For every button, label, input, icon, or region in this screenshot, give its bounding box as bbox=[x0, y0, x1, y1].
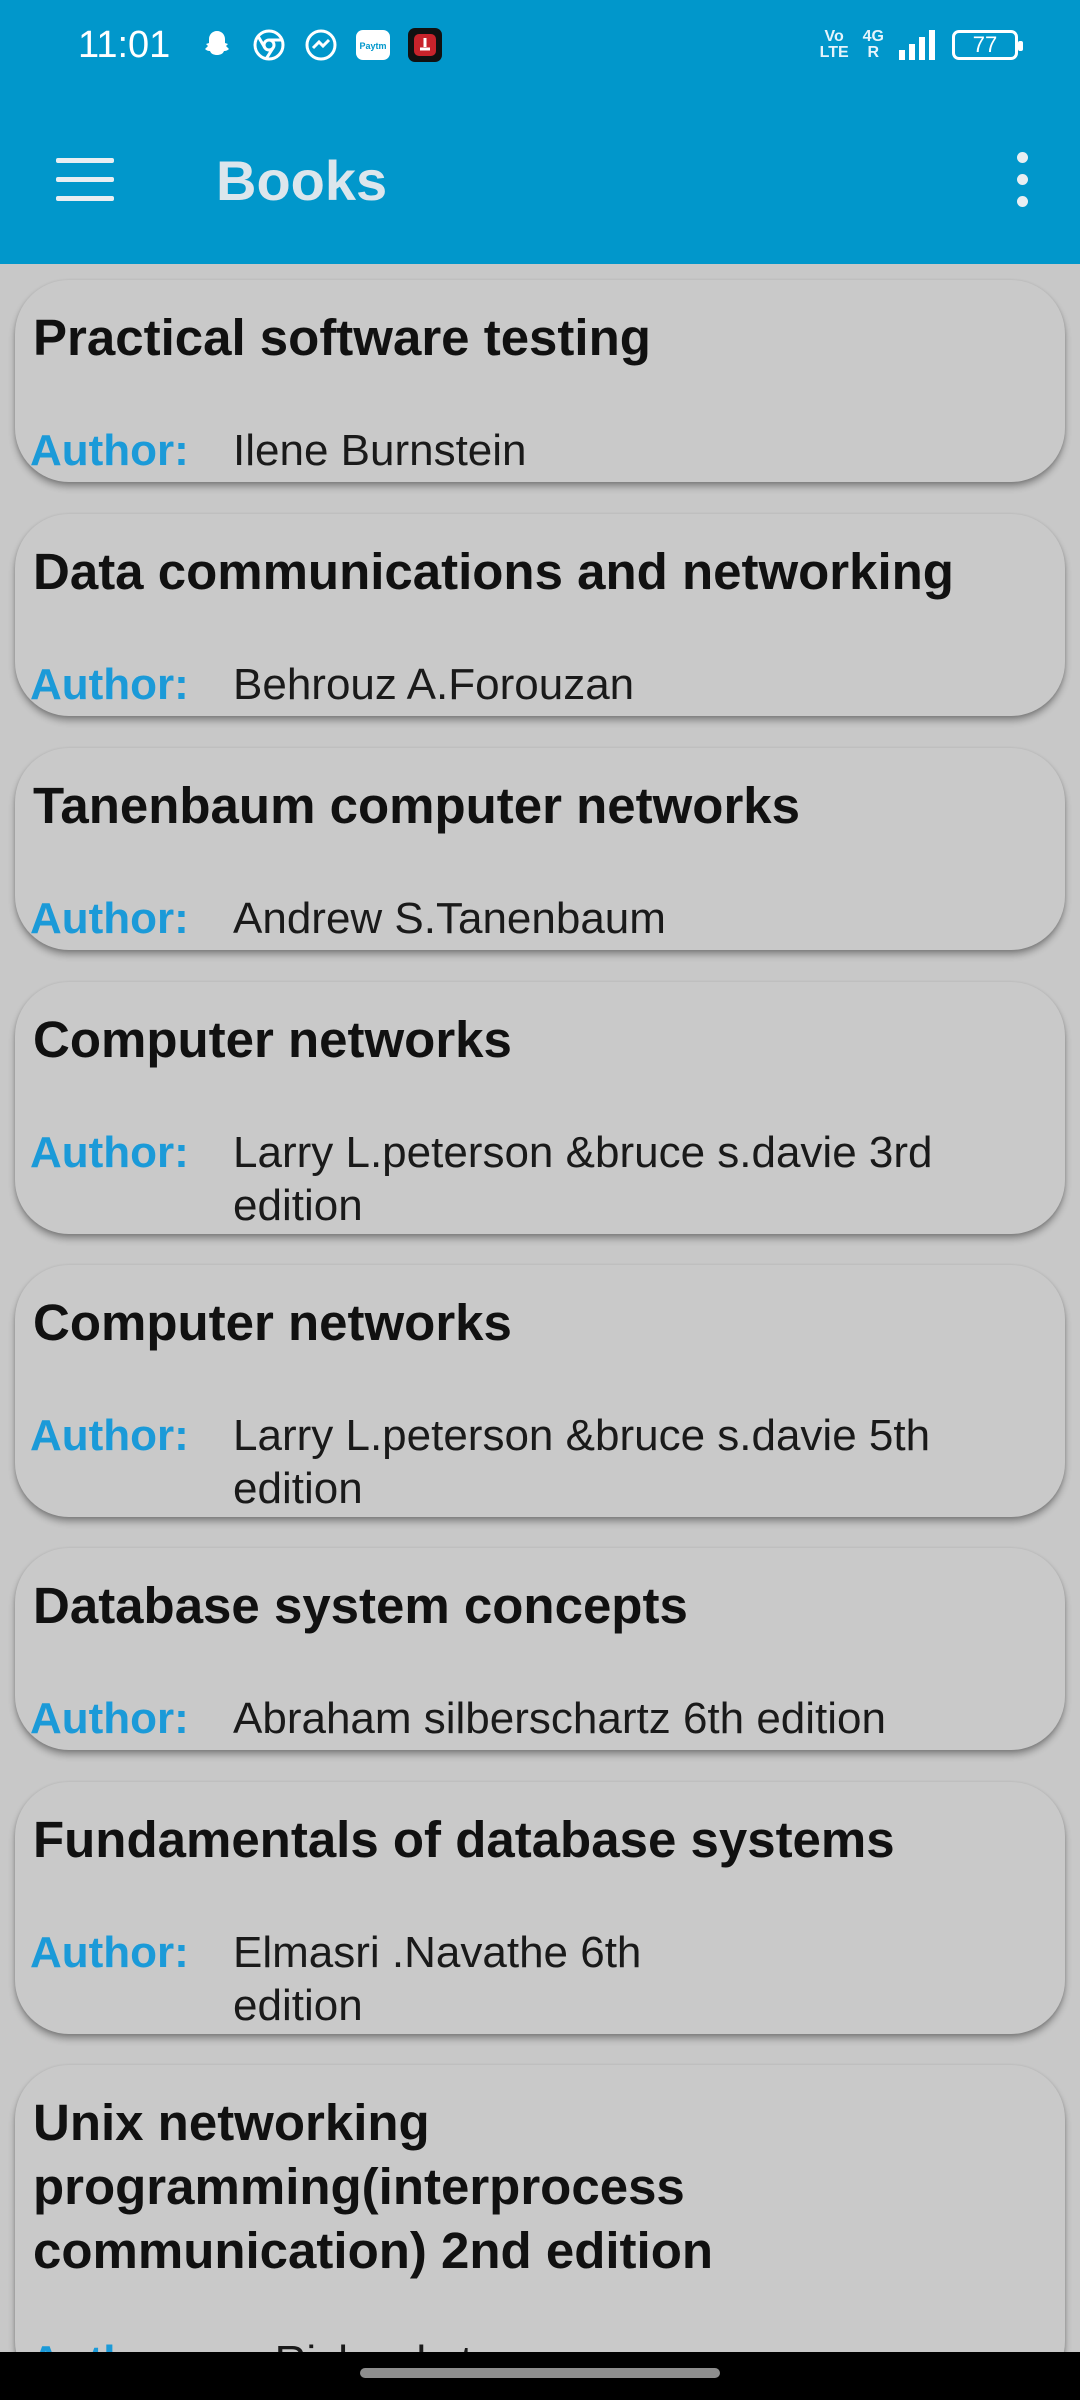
app-red-icon bbox=[406, 26, 444, 64]
author-label: Author: bbox=[30, 1128, 189, 1177]
hamburger-menu-icon[interactable] bbox=[56, 158, 114, 202]
page-title: Books bbox=[216, 149, 388, 212]
author-name: Larry L.peterson &bruce s.davie 5th edit… bbox=[233, 1411, 931, 1513]
book-card[interactable]: Data communications and networking Autho… bbox=[15, 514, 1065, 716]
messenger-icon bbox=[302, 26, 340, 64]
book-card[interactable]: Database system concepts Author: Abraham… bbox=[15, 1548, 1065, 1750]
author-name: Abraham silberschartz 6th edition bbox=[233, 1694, 886, 1743]
book-title: Practical software testing bbox=[33, 309, 651, 366]
battery-indicator: 77 bbox=[952, 30, 1023, 60]
book-title: Tanenbaum computer networks bbox=[33, 777, 801, 834]
status-right: Vo LTE 4G R 77 bbox=[820, 28, 1023, 62]
book-card[interactable]: Fundamentals of database systems Author:… bbox=[15, 1782, 1065, 2034]
book-card[interactable]: Unix networking programming(interprocess… bbox=[15, 2065, 1065, 2352]
author-label: Author: bbox=[30, 660, 189, 709]
author-label: Author: bbox=[30, 1411, 189, 1460]
author-name: w.Richard stevens bbox=[233, 2335, 993, 2352]
book-title: Data communications and networking bbox=[33, 543, 954, 600]
book-title: Database system concepts bbox=[33, 1577, 688, 1634]
author-name: Larry L.peterson &bruce s.davie 3rd edit… bbox=[233, 1128, 933, 1230]
volte-bottom: LTE bbox=[819, 44, 849, 61]
chrome-icon bbox=[250, 26, 288, 64]
notification-icons: Paytm bbox=[198, 26, 444, 64]
book-title: Computer networks bbox=[33, 1011, 512, 1068]
roaming-indicator: R bbox=[867, 44, 880, 61]
navigation-bar bbox=[0, 2352, 1080, 2400]
author-name: Elmasri .Navathe 6th edition bbox=[233, 1928, 642, 2030]
paytm-text: Paytm bbox=[359, 41, 386, 51]
author-name: Ilene Burnstein bbox=[233, 426, 527, 475]
book-list[interactable]: Practical software testing Author: Ilene… bbox=[0, 264, 1080, 2352]
book-title: Computer networks bbox=[33, 1294, 512, 1351]
author-label: Author: bbox=[30, 2337, 189, 2352]
book-card[interactable]: Practical software testing Author: Ilene… bbox=[15, 280, 1065, 482]
author-name: Andrew S.Tanenbaum bbox=[233, 894, 666, 943]
network-type: 4G bbox=[862, 28, 884, 45]
more-vertical-icon[interactable] bbox=[1004, 152, 1040, 208]
volte-top: Vo bbox=[824, 28, 844, 45]
author-name: Behrouz A.Forouzan bbox=[233, 660, 635, 709]
author-label: Author: bbox=[30, 426, 189, 475]
signal-icon bbox=[899, 30, 935, 60]
author-label: Author: bbox=[30, 1928, 189, 1977]
book-card[interactable]: Tanenbaum computer networks Author: Andr… bbox=[15, 748, 1065, 950]
app-bar: Books bbox=[0, 96, 1080, 264]
volte-indicator: Vo LTE bbox=[820, 29, 849, 61]
author-label: Author: bbox=[30, 894, 189, 943]
paytm-icon: Paytm bbox=[354, 26, 392, 64]
home-indicator[interactable] bbox=[360, 2368, 720, 2378]
book-title: Unix networking programming(interprocess… bbox=[33, 2094, 714, 2279]
author-label: Author: bbox=[30, 1694, 189, 1743]
network-indicator: 4G R bbox=[863, 29, 884, 61]
status-bar: 11:01 Paytm Vo LTE 4G R 77 bbox=[0, 0, 1080, 96]
snapchat-icon bbox=[198, 26, 236, 64]
book-title: Fundamentals of database systems bbox=[33, 1811, 895, 1868]
status-time: 11:01 bbox=[78, 24, 171, 66]
book-card[interactable]: Computer networks Author: Larry L.peters… bbox=[15, 982, 1065, 1234]
book-card[interactable]: Computer networks Author: Larry L.peters… bbox=[15, 1265, 1065, 1517]
